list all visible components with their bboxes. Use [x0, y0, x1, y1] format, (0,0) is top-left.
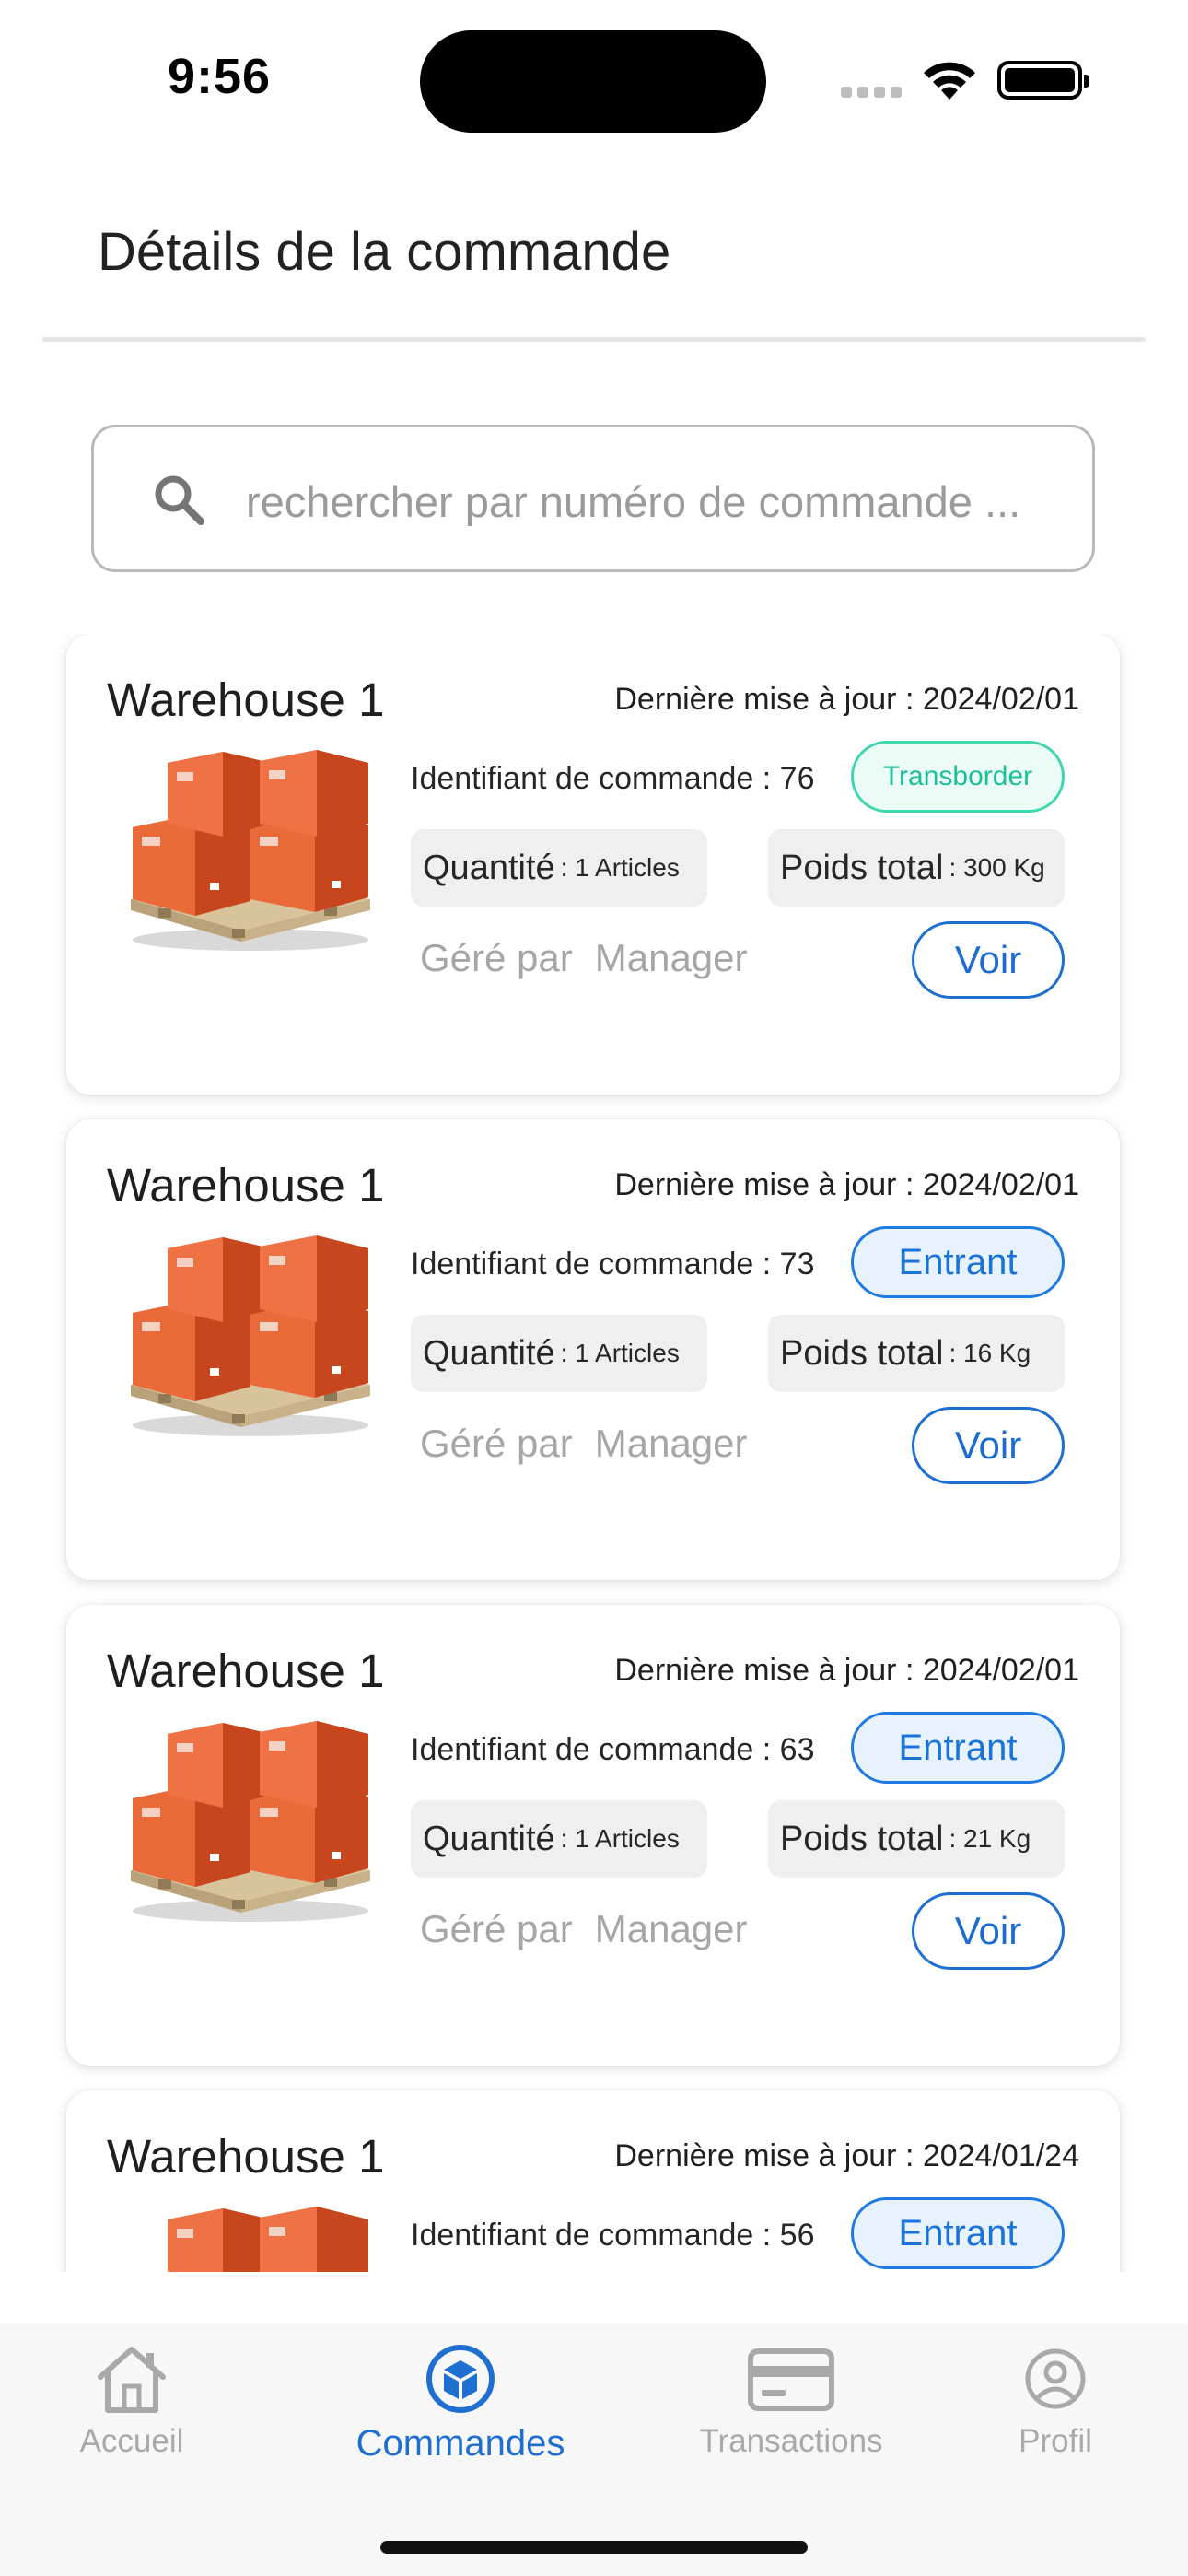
- managed-by: Géré par Manager: [420, 936, 748, 980]
- quantity-value: : 1 Articles: [560, 1824, 680, 1853]
- status-bar: 9:56: [0, 0, 1188, 147]
- warehouse-name: Warehouse 1: [107, 2130, 385, 2183]
- tab-profil[interactable]: Profil: [1009, 2342, 1101, 2460]
- managed-by: Géré par Manager: [420, 1907, 748, 1951]
- managed-by-label: Géré par: [420, 1422, 573, 1465]
- pallet-boxes-image: [122, 2192, 379, 2272]
- order-id: Identifiant de commande : 63: [411, 1732, 815, 1767]
- weight-value: : 300 Kg: [949, 853, 1045, 882]
- status-badge: Entrant: [851, 2197, 1065, 2269]
- weight-value: : 16 Kg: [949, 1339, 1031, 1367]
- tab-label: Transactions: [699, 2423, 883, 2459]
- search-icon: [155, 475, 204, 525]
- quantity-label: Quantité: [423, 848, 555, 887]
- quantity-chip: Quantité : 1 Articles: [411, 1315, 707, 1392]
- tab-label: Profil: [1019, 2423, 1092, 2459]
- quantity-chip: Quantité : 1 Articles: [411, 829, 707, 907]
- view-order-button[interactable]: Voir: [912, 1892, 1065, 1970]
- managed-by-label: Géré par: [420, 1907, 573, 1950]
- cellular-signal-icon: [841, 87, 905, 100]
- managed-by-label: Géré par: [420, 936, 573, 979]
- last-updated: Dernière mise à jour : 2024/02/01: [614, 682, 1079, 717]
- user-circle-icon: [1025, 2348, 1086, 2409]
- home-indicator[interactable]: [380, 2541, 808, 2554]
- order-id: Identifiant de commande : 73: [411, 1247, 815, 1282]
- quantity-value: : 1 Articles: [560, 1339, 680, 1367]
- warehouse-name: Warehouse 1: [107, 1645, 385, 1697]
- pallet-boxes-image: [122, 1706, 379, 1927]
- order-card[interactable]: Warehouse 1 Dernière mise à jour : 2024/…: [66, 1119, 1120, 1580]
- search-bar[interactable]: [91, 425, 1095, 572]
- weight-label: Poids total: [780, 848, 944, 887]
- quantity-chip: Quantité : 1 Articles: [411, 1800, 707, 1878]
- tab-label: Accueil: [79, 2423, 184, 2459]
- tab-accueil[interactable]: Accueil: [64, 2342, 199, 2460]
- weight-value: : 21 Kg: [949, 1824, 1031, 1853]
- weight-label: Poids total: [780, 1819, 944, 1858]
- view-order-button[interactable]: Voir: [912, 1407, 1065, 1484]
- status-time: 9:56: [168, 49, 272, 104]
- quantity-label: Quantité: [423, 1819, 555, 1858]
- wifi-icon: [924, 62, 975, 100]
- manager-name: Manager: [594, 936, 748, 979]
- weight-chip: Poids total : 16 Kg: [768, 1315, 1065, 1392]
- tab-label: Commandes: [355, 2423, 565, 2464]
- pallet-boxes-image: [122, 1221, 379, 1442]
- search-input[interactable]: [246, 464, 1075, 538]
- order-card[interactable]: Warehouse 1 Dernière mise à jour : 2024/…: [66, 634, 1120, 1095]
- quantity-value: : 1 Articles: [560, 853, 680, 882]
- order-id: Identifiant de commande : 56: [411, 2218, 815, 2253]
- last-updated: Dernière mise à jour : 2024/02/01: [614, 1167, 1079, 1202]
- warehouse-name: Warehouse 1: [107, 1159, 385, 1212]
- last-updated: Dernière mise à jour : 2024/02/01: [614, 1653, 1079, 1688]
- home-icon: [98, 2347, 166, 2413]
- status-badge: Transborder: [851, 741, 1065, 813]
- order-id: Identifiant de commande : 76: [411, 761, 815, 796]
- weight-label: Poids total: [780, 1333, 944, 1373]
- order-card[interactable]: Warehouse 1 Dernière mise à jour : 2024/…: [66, 1605, 1120, 2066]
- warehouse-name: Warehouse 1: [107, 673, 385, 726]
- manager-name: Manager: [594, 1422, 748, 1465]
- package-icon: [426, 2345, 495, 2413]
- order-card[interactable]: Warehouse 1 Dernière mise à jour : 2024/…: [66, 2090, 1120, 2272]
- managed-by: Géré par Manager: [420, 1422, 748, 1466]
- bottom-tab-bar: Accueil Commandes Transactions Profil: [0, 2324, 1188, 2576]
- header-divider: [42, 337, 1146, 342]
- tab-transactions[interactable]: Transactions: [691, 2342, 891, 2460]
- quantity-label: Quantité: [423, 1333, 555, 1373]
- manager-name: Manager: [594, 1907, 748, 1950]
- page-title: Détails de la commande: [98, 222, 671, 282]
- battery-icon: [997, 61, 1089, 100]
- dynamic-island: [420, 30, 766, 133]
- weight-chip: Poids total : 21 Kg: [768, 1800, 1065, 1878]
- orders-list[interactable]: Warehouse 1 Dernière mise à jour : 2024/…: [0, 634, 1188, 2272]
- last-updated: Dernière mise à jour : 2024/01/24: [614, 2138, 1079, 2173]
- credit-card-icon: [748, 2348, 834, 2411]
- pallet-boxes-image: [122, 735, 379, 956]
- status-badge: Entrant: [851, 1226, 1065, 1298]
- status-badge: Entrant: [851, 1712, 1065, 1784]
- view-order-button[interactable]: Voir: [912, 921, 1065, 999]
- tab-commandes[interactable]: Commandes: [350, 2342, 571, 2465]
- weight-chip: Poids total : 300 Kg: [768, 829, 1065, 907]
